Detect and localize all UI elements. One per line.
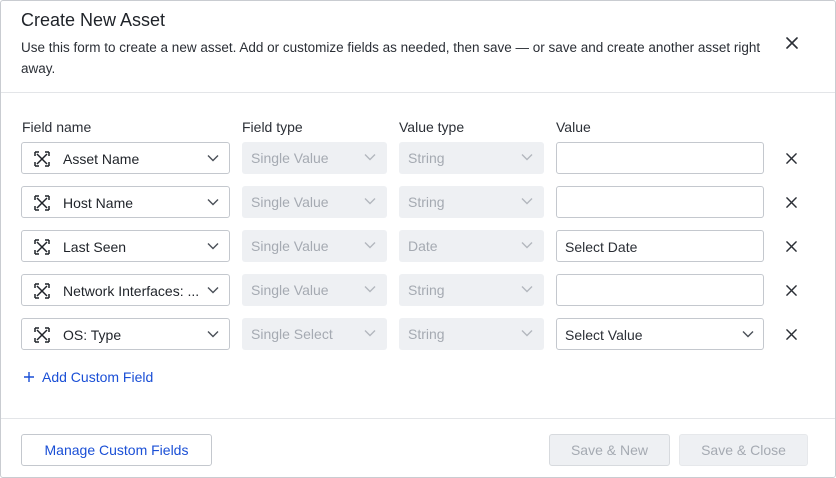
value-input[interactable] [557, 275, 763, 305]
field-name-select[interactable]: Network Interfaces: ... [21, 274, 230, 306]
dialog-footer: Manage Custom Fields Save & New Save & C… [1, 418, 835, 477]
value-type-select: String [399, 186, 544, 218]
field-row: Asset Name Single Value String [1, 142, 835, 174]
field-row: Last Seen Single Value Date Select Date [1, 230, 835, 262]
create-asset-dialog: Create New Asset Use this form to create… [0, 0, 836, 478]
field-name-select[interactable]: Last Seen [21, 230, 230, 262]
chevron-down-icon [742, 331, 754, 338]
field-type-label: Single Select [251, 326, 333, 342]
field-type-select: Single Value [242, 186, 387, 218]
expand-arrows-icon [34, 327, 50, 343]
value-type-select: Date [399, 230, 544, 262]
column-header-value-type: Value type [399, 119, 465, 135]
add-custom-field-label: Add Custom Field [42, 369, 154, 385]
field-type-select: Single Value [242, 142, 387, 174]
expand-arrows-icon [34, 239, 50, 255]
remove-row-button[interactable] [782, 149, 800, 167]
chevron-down-icon [521, 198, 533, 205]
close-button[interactable] [781, 32, 803, 54]
close-icon [785, 240, 797, 252]
value-input[interactable] [557, 187, 763, 217]
field-name-label: OS: Type [63, 327, 122, 343]
value-type-label: String [408, 194, 445, 210]
chevron-down-icon [521, 242, 533, 249]
remove-row-button[interactable] [782, 193, 800, 211]
remove-row-button[interactable] [782, 237, 800, 255]
add-custom-field-button[interactable]: Add Custom Field [23, 369, 153, 385]
chevron-down-icon [364, 242, 376, 249]
field-name-label: Network Interfaces: ... [63, 283, 200, 299]
close-icon [785, 328, 797, 340]
value-input-box [556, 142, 764, 174]
field-name-select[interactable]: Host Name [21, 186, 230, 218]
value-type-label: String [408, 326, 445, 342]
field-name-label: Asset Name [63, 151, 140, 167]
close-icon [785, 284, 797, 296]
expand-arrows-icon [34, 151, 50, 167]
value-type-label: String [408, 282, 445, 298]
field-type-select: Single Value [242, 274, 387, 306]
close-icon [785, 196, 797, 208]
chevron-down-icon [364, 198, 376, 205]
column-header-field-type: Field type [242, 119, 303, 135]
close-icon [786, 37, 798, 49]
dialog-description: Use this form to create a new asset. Add… [21, 40, 761, 76]
date-picker[interactable]: Select Date [556, 230, 764, 262]
save-and-close-button[interactable]: Save & Close [679, 434, 808, 466]
remove-row-button[interactable] [782, 325, 800, 343]
field-type-select: Single Value [242, 230, 387, 262]
chevron-down-icon [364, 286, 376, 293]
value-type-label: String [408, 150, 445, 166]
chevron-down-icon [364, 154, 376, 161]
field-type-label: Single Value [251, 150, 329, 166]
value-type-select: String [399, 318, 544, 350]
field-type-label: Single Value [251, 282, 329, 298]
chevron-down-icon [207, 287, 219, 294]
chevron-down-icon [207, 331, 219, 338]
field-name-label: Host Name [63, 195, 134, 211]
manage-custom-fields-button[interactable]: Manage Custom Fields [21, 434, 212, 466]
field-name-select[interactable]: OS: Type [21, 318, 230, 350]
dialog-header: Create New Asset Use this form to create… [1, 1, 835, 93]
value-select-label: Select Value [565, 327, 643, 343]
chevron-down-icon [521, 330, 533, 337]
value-type-label: Date [408, 238, 438, 254]
column-header-value: Value [556, 119, 591, 135]
value-input[interactable] [557, 143, 763, 173]
column-header-field-name: Field name [22, 119, 92, 135]
plus-icon [24, 372, 34, 382]
chevron-down-icon [207, 243, 219, 250]
field-name-select[interactable]: Asset Name [21, 142, 230, 174]
value-input-box [556, 186, 764, 218]
field-name-label: Last Seen [63, 239, 127, 255]
date-placeholder: Select Date [565, 239, 638, 255]
value-type-select: String [399, 142, 544, 174]
dialog-title: Create New Asset [21, 10, 166, 30]
save-and-new-button[interactable]: Save & New [549, 434, 670, 466]
chevron-down-icon [521, 154, 533, 161]
value-input-box [556, 274, 764, 306]
field-type-select: Single Select [242, 318, 387, 350]
remove-row-button[interactable] [782, 281, 800, 299]
value-type-select: String [399, 274, 544, 306]
field-type-label: Single Value [251, 238, 329, 254]
value-select[interactable]: Select Value [556, 318, 764, 350]
chevron-down-icon [521, 286, 533, 293]
chevron-down-icon [207, 199, 219, 206]
expand-arrows-icon [34, 283, 50, 299]
field-row: Host Name Single Value String [1, 186, 835, 218]
field-type-label: Single Value [251, 194, 329, 210]
chevron-down-icon [207, 155, 219, 162]
close-icon [785, 152, 797, 164]
field-row: OS: Type Single Select String Select Val… [1, 318, 835, 350]
expand-arrows-icon [34, 195, 50, 211]
field-row: Network Interfaces: ... Single Value Str… [1, 274, 835, 306]
chevron-down-icon [364, 330, 376, 337]
